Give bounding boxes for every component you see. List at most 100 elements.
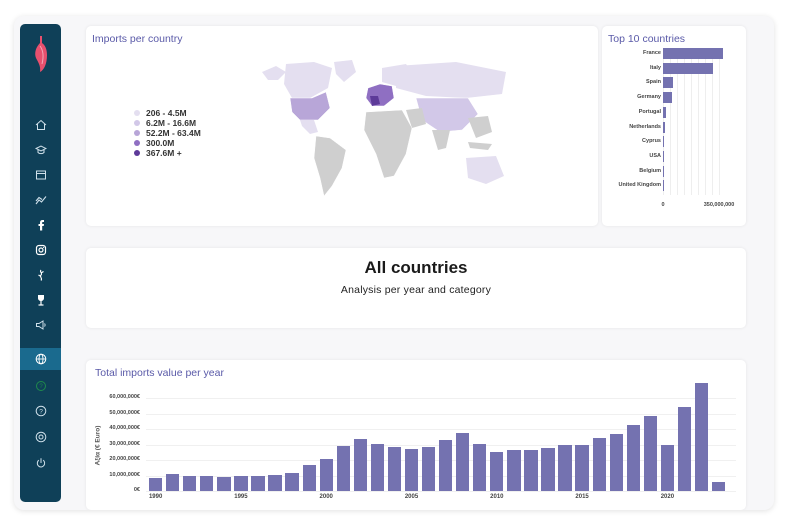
legend-swatch bbox=[134, 130, 140, 136]
nav-wine[interactable] bbox=[20, 289, 61, 311]
bar-2023[interactable] bbox=[711, 481, 726, 491]
bar-label: Belgium bbox=[639, 167, 661, 174]
bar-france[interactable] bbox=[663, 48, 723, 59]
bar-1997[interactable] bbox=[268, 474, 282, 491]
bar-label: Spain bbox=[646, 79, 661, 86]
bar-portugal[interactable] bbox=[663, 106, 666, 118]
bar-1992[interactable] bbox=[183, 476, 197, 491]
yearly-imports-chart: 0€ 10,000,000€ 20,000,000€ 30,000,000€ 40,00… bbox=[86, 360, 746, 510]
nav-logout[interactable] bbox=[20, 452, 61, 474]
map-region-india[interactable] bbox=[432, 130, 450, 150]
bar-2000[interactable] bbox=[319, 459, 333, 491]
bar-2012[interactable] bbox=[524, 449, 538, 491]
nav-browser[interactable] bbox=[20, 164, 61, 186]
legend-swatch bbox=[134, 140, 140, 146]
map-region-asia[interactable] bbox=[415, 97, 479, 133]
bar-label: United Kingdom bbox=[618, 182, 661, 189]
world-map[interactable] bbox=[256, 58, 516, 218]
bar-italy[interactable] bbox=[663, 62, 713, 74]
nav-faq[interactable]: ? bbox=[20, 400, 61, 422]
y-tick-label: 20,000,000€ bbox=[109, 456, 140, 462]
x-tick-label: 1990 bbox=[148, 494, 163, 500]
wine-glass-icon bbox=[37, 295, 44, 306]
svg-text:?: ? bbox=[39, 384, 43, 390]
bar-usa[interactable] bbox=[663, 150, 665, 162]
bar-2005[interactable] bbox=[404, 449, 419, 491]
sidebar: ? ? bbox=[20, 24, 61, 502]
bar-2016[interactable] bbox=[592, 437, 606, 491]
y-tick-label: 10,000,000€ bbox=[109, 471, 140, 478]
bar-2008[interactable] bbox=[456, 432, 470, 491]
bar-united-kingdom[interactable] bbox=[663, 180, 664, 192]
legend-label: 367.6M + bbox=[146, 148, 182, 158]
nav-vineyard[interactable] bbox=[20, 264, 61, 286]
y-tick-label: 60,000,000€ bbox=[109, 394, 140, 400]
legend-swatch bbox=[134, 150, 140, 156]
x-tick-label: 2005 bbox=[404, 494, 419, 500]
bar-2010[interactable] bbox=[490, 452, 504, 491]
bar-label: Italy bbox=[649, 64, 661, 71]
legend-item: 367.6M + bbox=[134, 148, 201, 158]
app-frame: ? ? Imports per country 206 - 4.5M 6.2M … bbox=[14, 16, 774, 510]
y-tick-label: 30,000,000€ bbox=[109, 440, 140, 447]
map-region-east-asia[interactable] bbox=[468, 116, 492, 138]
bar-1999[interactable] bbox=[302, 464, 316, 491]
map-region-australia[interactable] bbox=[466, 156, 504, 184]
bar-1990[interactable] bbox=[149, 477, 163, 491]
bar-2001[interactable] bbox=[336, 446, 350, 491]
bar-2003[interactable] bbox=[370, 443, 385, 491]
nav-education[interactable] bbox=[20, 139, 61, 161]
bar-2018[interactable] bbox=[626, 425, 640, 491]
map-region-indonesia[interactable] bbox=[468, 142, 492, 150]
bar-netherlands[interactable] bbox=[663, 121, 666, 133]
map-region-south-america[interactable] bbox=[313, 135, 347, 197]
map-region-africa[interactable] bbox=[363, 109, 413, 179]
bar-1991[interactable] bbox=[166, 473, 180, 491]
bar-germany[interactable] bbox=[663, 92, 672, 104]
legend-label: 6.2M - 16.6M bbox=[146, 118, 197, 128]
summary-card: All countries Analysis per year and cate… bbox=[86, 248, 746, 328]
bar-2002[interactable] bbox=[353, 439, 367, 491]
bar-2014[interactable] bbox=[558, 444, 572, 491]
bar-belgium[interactable] bbox=[663, 165, 664, 177]
megaphone-icon bbox=[35, 320, 46, 330]
nav-globe[interactable] bbox=[20, 348, 61, 370]
bar-1998[interactable] bbox=[285, 473, 299, 491]
bar-1995[interactable] bbox=[234, 476, 248, 491]
bar-2015[interactable] bbox=[575, 444, 589, 491]
question-icon: ? bbox=[35, 405, 46, 417]
bar-2017[interactable] bbox=[609, 433, 623, 491]
bar-2007[interactable] bbox=[439, 439, 453, 491]
map-region-russia[interactable] bbox=[396, 62, 506, 98]
map-region-alaska[interactable] bbox=[262, 66, 286, 80]
nav-settings[interactable] bbox=[20, 426, 61, 448]
nav-instagram[interactable] bbox=[20, 239, 61, 261]
map-region-mexico[interactable] bbox=[300, 120, 318, 134]
map-region-europe[interactable] bbox=[365, 83, 395, 107]
bar-spain[interactable] bbox=[663, 77, 673, 89]
bar-1993[interactable] bbox=[200, 476, 214, 491]
wine-bottle-logo bbox=[35, 36, 47, 72]
nav-facebook[interactable] bbox=[20, 214, 61, 236]
map-region-greenland[interactable] bbox=[334, 60, 356, 82]
bar-2020[interactable] bbox=[660, 445, 675, 491]
nav-home[interactable] bbox=[20, 114, 61, 136]
yearly-imports-card: Total imports value per year Αξία (€ Εur… bbox=[86, 360, 746, 510]
bar-2011[interactable] bbox=[507, 449, 521, 491]
settings-icon bbox=[35, 431, 46, 443]
bar-2021[interactable] bbox=[677, 406, 692, 491]
bar-2009[interactable] bbox=[473, 443, 487, 491]
bar-1994[interactable] bbox=[217, 477, 231, 491]
bar-2006[interactable] bbox=[421, 446, 436, 491]
nav-trends[interactable] bbox=[20, 189, 61, 211]
bar-2019[interactable] bbox=[643, 415, 657, 491]
bar-2022[interactable] bbox=[694, 382, 709, 491]
bar-1996[interactable] bbox=[251, 475, 265, 491]
bar-2004[interactable] bbox=[387, 446, 402, 491]
summary-title: All countries bbox=[364, 258, 468, 277]
nav-help-circle[interactable]: ? bbox=[20, 375, 61, 397]
legend-label: 206 - 4.5M bbox=[146, 108, 187, 118]
bar-2013[interactable] bbox=[541, 448, 555, 491]
nav-campaigns[interactable] bbox=[20, 314, 61, 336]
bar-cyprus[interactable] bbox=[663, 136, 665, 148]
